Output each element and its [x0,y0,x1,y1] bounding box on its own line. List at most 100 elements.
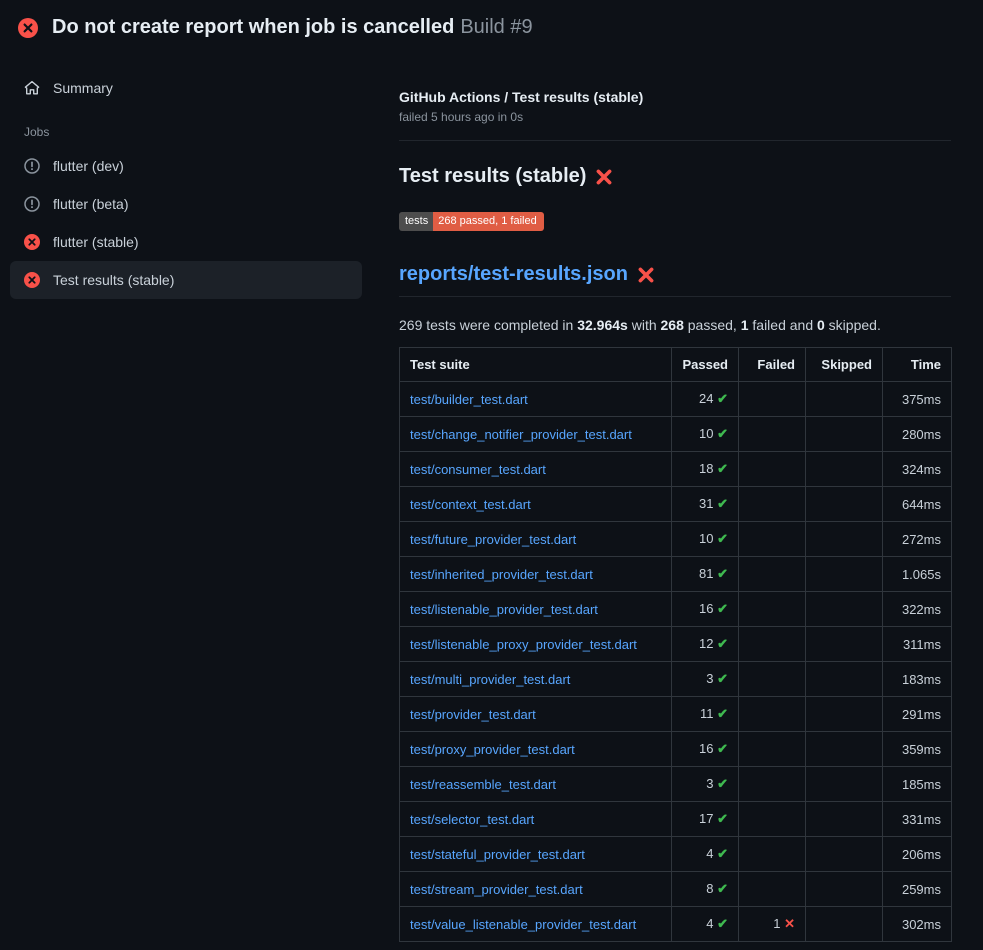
results-table: Test suite Passed Failed Skipped Time te… [399,347,952,942]
suite-link[interactable]: test/provider_test.dart [410,707,536,722]
table-row: test/proxy_provider_test.dart16 ✔359ms [400,732,952,767]
suite-cell: test/value_listenable_provider_test.dart [400,907,672,942]
suite-cell: test/provider_test.dart [400,697,672,732]
table-row: test/consumer_test.dart18 ✔324ms [400,452,952,487]
passed-cell: 31 ✔ [672,487,739,522]
check-icon: ✔ [717,706,728,721]
skipped-cell [806,522,883,557]
skipped-cell [806,592,883,627]
failed-cell: 1 ✕ [739,907,806,942]
table-header-row: Test suite Passed Failed Skipped Time [400,348,952,382]
check-icon: ✔ [717,601,728,616]
check-icon: ✔ [717,461,728,476]
suite-link[interactable]: test/future_provider_test.dart [410,532,576,547]
table-row: test/inherited_provider_test.dart81 ✔1.0… [400,557,952,592]
suite-cell: test/future_provider_test.dart [400,522,672,557]
suite-link[interactable]: test/builder_test.dart [410,392,528,407]
suite-link[interactable]: test/consumer_test.dart [410,462,546,477]
skipped-cell [806,697,883,732]
table-row: test/context_test.dart 31 ✔ 644ms [400,487,952,522]
sidebar: Summary Jobs flutter (dev) flutter (beta… [0,53,362,299]
run-failed-status-icon [18,18,38,38]
suite-cell: test/context_test.dart [400,487,672,522]
passed-cell: 10 ✔ [672,417,739,452]
sidebar-item-summary[interactable]: Summary [10,69,362,107]
table-row: test/selector_test.dart17 ✔331ms [400,802,952,837]
skipped-cell [806,382,883,417]
suite-link[interactable]: test/listenable_proxy_provider_test.dart [410,637,637,652]
failed-status-icon [24,234,40,250]
table-row: test/builder_test.dart24 ✔375ms [400,382,952,417]
failed-cell [739,452,806,487]
header-divider [399,140,951,141]
col-skipped: Skipped [806,348,883,382]
passed-cell: 17 ✔ [672,802,739,837]
passed-cell: 3 ✔ [672,767,739,802]
suite-link[interactable]: test/stream_provider_test.dart [410,882,583,897]
sidebar-item-job-flutter-stable[interactable]: flutter (stable) [10,223,362,261]
report-title-link[interactable]: reports/test-results.json [399,263,951,297]
passed-cell: 16 ✔ [672,592,739,627]
tests-badge-value: 268 passed, 1 failed [433,212,543,231]
check-icon: ✔ [717,916,728,931]
passed-cell: 11 ✔ [672,697,739,732]
neutral-status-icon [24,196,40,212]
skipped-cell [806,907,883,942]
suite-link[interactable]: test/context_test.dart [410,497,531,512]
suite-cell: test/builder_test.dart [400,382,672,417]
suite-link[interactable]: test/multi_provider_test.dart [410,672,570,687]
time-cell: 644ms [883,487,952,522]
table-row: test/value_listenable_provider_test.dart… [400,907,952,942]
suite-link[interactable]: test/change_notifier_provider_test.dart [410,427,632,442]
summary-line: 269 tests were completed in 32.964s with… [399,317,951,333]
suite-link[interactable]: test/stateful_provider_test.dart [410,847,585,862]
passed-cell: 12 ✔ [672,627,739,662]
passed-cell: 3 ✔ [672,662,739,697]
sidebar-job-label: flutter (stable) [53,234,139,250]
suite-link[interactable]: test/proxy_provider_test.dart [410,742,575,757]
table-row: test/provider_test.dart 11 ✔ 291ms [400,697,952,732]
layout: Summary Jobs flutter (dev) flutter (beta… [0,53,983,942]
summary-duration: 32.964s [577,317,628,333]
suite-cell: test/stateful_provider_test.dart [400,837,672,872]
suite-link[interactable]: test/inherited_provider_test.dart [410,567,593,582]
failed-cell [739,662,806,697]
sidebar-job-label: Test results (stable) [53,272,174,288]
failed-cell [739,732,806,767]
time-cell: 206ms [883,837,952,872]
time-cell: 322ms [883,592,952,627]
failed-cell [739,837,806,872]
sidebar-item-job-test-results-stable[interactable]: Test results (stable) [10,261,362,299]
passed-cell: 4 ✔ [672,907,739,942]
suite-link[interactable]: test/listenable_provider_test.dart [410,602,598,617]
sidebar-item-job-flutter-dev[interactable]: flutter (dev) [10,147,362,185]
sidebar-job-label: flutter (beta) [53,196,128,212]
check-icon: ✔ [717,636,728,651]
suite-cell: test/listenable_proxy_provider_test.dart [400,627,672,662]
col-passed: Passed [672,348,739,382]
suite-link[interactable]: test/selector_test.dart [410,812,534,827]
build-number: Build #9 [460,16,532,38]
report-title-text: reports/test-results.json [399,263,628,286]
check-icon: ✔ [717,846,728,861]
suite-cell: test/listenable_provider_test.dart [400,592,672,627]
suite-link[interactable]: test/reassemble_test.dart [410,777,556,792]
failed-cell [739,767,806,802]
passed-cell: 16 ✔ [672,732,739,767]
passed-cell: 10 ✔ [672,522,739,557]
section-title-text: Test results (stable) [399,165,586,188]
time-cell: 1.065s [883,557,952,592]
passed-cell: 18 ✔ [672,452,739,487]
skipped-cell [806,557,883,592]
suite-link[interactable]: test/value_listenable_provider_test.dart [410,917,636,932]
breadcrumb: GitHub Actions / Test results (stable) [399,89,951,105]
skipped-cell [806,487,883,522]
skipped-cell [806,872,883,907]
run-header: Do not create report when job is cancell… [0,0,983,53]
summary-part: with [628,317,661,333]
sidebar-item-job-flutter-beta[interactable]: flutter (beta) [10,185,362,223]
passed-cell: 8 ✔ [672,872,739,907]
time-cell: 291ms [883,697,952,732]
summary-part: 269 tests were completed in [399,317,577,333]
skipped-cell [806,732,883,767]
